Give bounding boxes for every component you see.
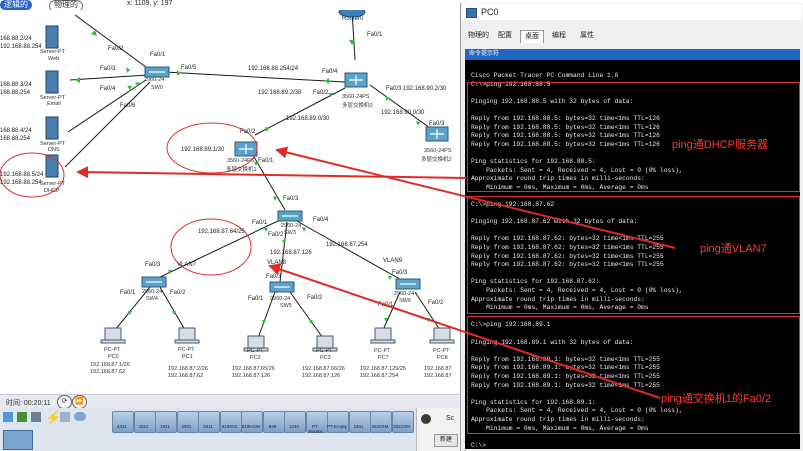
annotation-arrows [76, 146, 676, 399]
